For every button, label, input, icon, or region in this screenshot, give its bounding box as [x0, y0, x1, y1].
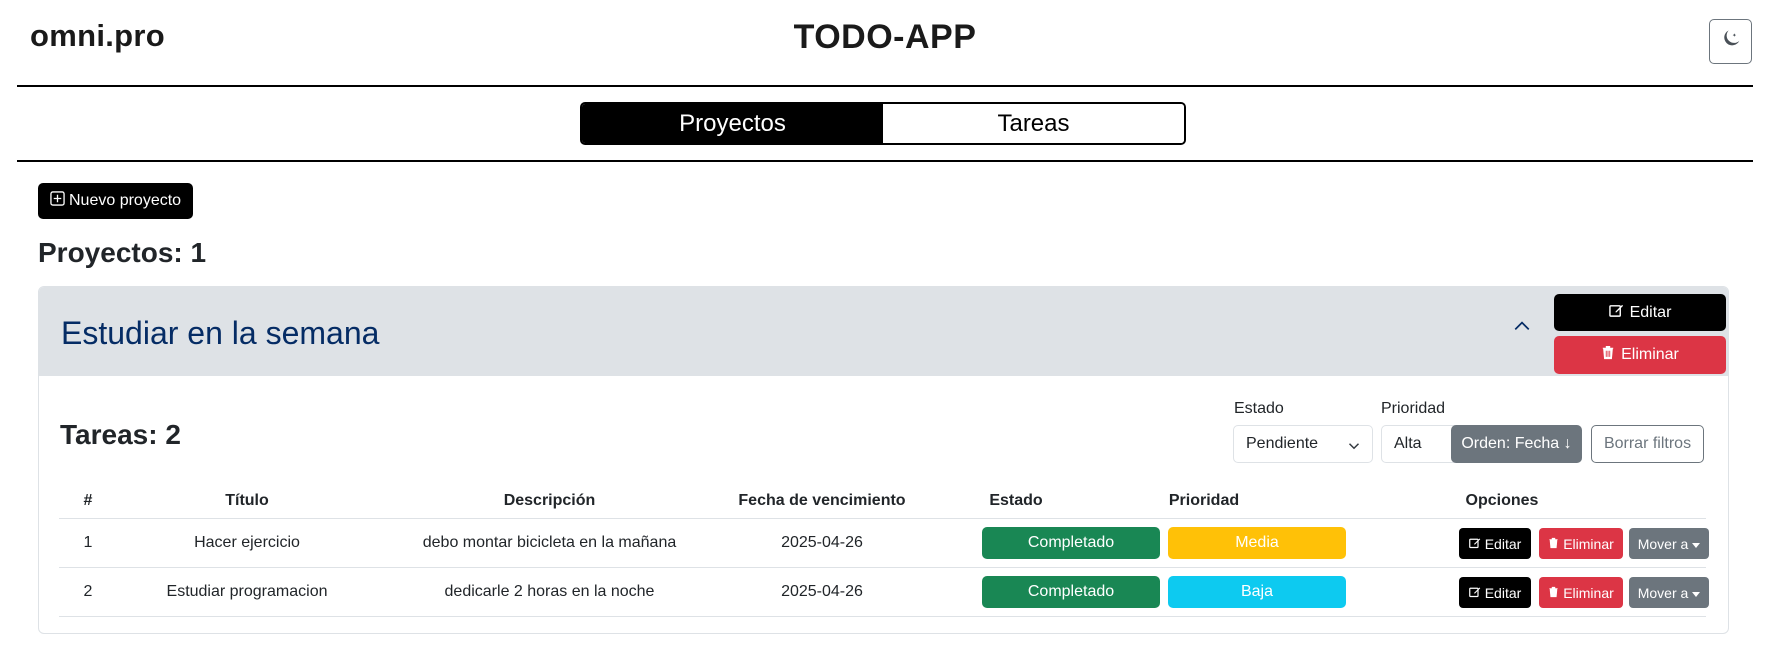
new-project-label: Nuevo proyecto	[69, 192, 182, 209]
delete-project-button[interactable]: Eliminar	[1554, 336, 1726, 374]
tasks-count: Tareas: 2	[60, 419, 181, 451]
task-title: Estudiar programacion	[166, 583, 328, 600]
projects-count: Proyectos: 1	[38, 237, 206, 269]
prioridad-select-value: Alta	[1394, 435, 1422, 452]
move-task-label: Mover a	[1637, 535, 1689, 552]
task-description: debo montar bicicleta en la mañana	[422, 534, 677, 551]
move-task-label: Mover a	[1637, 584, 1689, 601]
page-title: TODO-APP	[793, 18, 977, 56]
edit-project-button[interactable]: Editar	[1554, 294, 1726, 331]
task-due-date: 2025-04-26	[781, 534, 863, 551]
status-badge: Completado	[982, 576, 1160, 608]
project-card-header[interactable]: Estudiar en la semana	[39, 287, 1728, 376]
tasks-count-label: Tareas:	[60, 419, 158, 450]
col-opciones: Opciones	[1465, 492, 1539, 509]
trash-icon	[1601, 345, 1615, 365]
edit-task-button[interactable]: Editar	[1459, 528, 1531, 559]
tasks-table: # Título Descripción Fecha de vencimient…	[59, 484, 1709, 617]
view-switcher: Proyectos Tareas	[580, 102, 1186, 145]
delete-project-label: Eliminar	[1621, 346, 1679, 363]
edit-icon	[1468, 585, 1481, 601]
delete-task-button[interactable]: Eliminar	[1539, 528, 1623, 559]
chevron-up-icon[interactable]	[1513, 317, 1531, 340]
move-task-dropdown[interactable]: Mover a	[1629, 528, 1709, 559]
caret-down-icon	[1692, 585, 1701, 601]
tasks-count-value: 2	[165, 419, 181, 450]
tab-tareas[interactable]: Tareas	[883, 104, 1184, 143]
edit-task-button[interactable]: Editar	[1459, 577, 1531, 608]
edit-task-label: Editar	[1484, 584, 1522, 601]
moon-stars-icon	[1722, 30, 1740, 53]
caret-down-icon	[1692, 536, 1701, 552]
task-description: dedicarle 2 horas en la noche	[444, 583, 655, 600]
task-due-date: 2025-04-26	[781, 583, 863, 600]
col-prioridad: Prioridad	[1168, 492, 1240, 509]
edit-task-label: Editar	[1484, 535, 1522, 552]
prioridad-filter-label: Prioridad	[1381, 400, 1446, 417]
delete-task-label: Eliminar	[1563, 535, 1614, 552]
new-project-button[interactable]: Nuevo proyecto	[38, 183, 194, 219]
delete-task-label: Eliminar	[1563, 584, 1614, 601]
table-row: 2 Estudiar programacion dedicarle 2 hora…	[59, 568, 1709, 617]
estado-filter-label: Estado	[1234, 400, 1284, 417]
delete-task-button[interactable]: Eliminar	[1539, 577, 1623, 608]
priority-badge: Baja	[1168, 576, 1346, 608]
col-titulo: Título	[225, 492, 269, 509]
app-header: omni.pro TODO-APP	[17, 0, 1753, 87]
col-fecha: Fecha de vencimiento	[738, 492, 906, 509]
col-descripcion: Descripción	[503, 492, 596, 509]
task-title: Hacer ejercicio	[194, 534, 300, 551]
col-number: #	[83, 492, 93, 509]
row-number: 2	[83, 583, 93, 600]
order-by-date-button[interactable]: Orden: Fecha ↓	[1451, 425, 1582, 463]
theme-toggle-button[interactable]	[1709, 19, 1752, 64]
projects-count-value: 1	[190, 237, 207, 268]
row-number: 1	[83, 534, 93, 551]
chevron-down-icon	[1348, 439, 1360, 457]
edit-icon	[1608, 303, 1624, 323]
col-estado: Estado	[989, 492, 1043, 509]
project-title: Estudiar en la semana	[61, 315, 380, 351]
tab-proyectos[interactable]: Proyectos	[582, 104, 883, 143]
section-divider	[17, 160, 1753, 162]
table-row: 1 Hacer ejercicio debo montar bicicleta …	[59, 519, 1709, 568]
trash-icon	[1548, 585, 1559, 601]
estado-select-value: Pendiente	[1246, 435, 1319, 452]
estado-select[interactable]: Pendiente	[1233, 425, 1373, 463]
projects-count-label: Proyectos:	[38, 237, 183, 268]
move-task-dropdown[interactable]: Mover a	[1629, 577, 1709, 608]
edit-project-label: Editar	[1629, 303, 1672, 321]
clear-filters-button[interactable]: Borrar filtros	[1591, 425, 1704, 463]
edit-icon	[1468, 536, 1481, 552]
trash-icon	[1548, 536, 1559, 552]
plus-square-icon	[50, 191, 65, 211]
table-header: # Título Descripción Fecha de vencimient…	[59, 484, 1706, 519]
status-badge: Completado	[982, 527, 1160, 559]
priority-badge: Media	[1168, 527, 1346, 559]
